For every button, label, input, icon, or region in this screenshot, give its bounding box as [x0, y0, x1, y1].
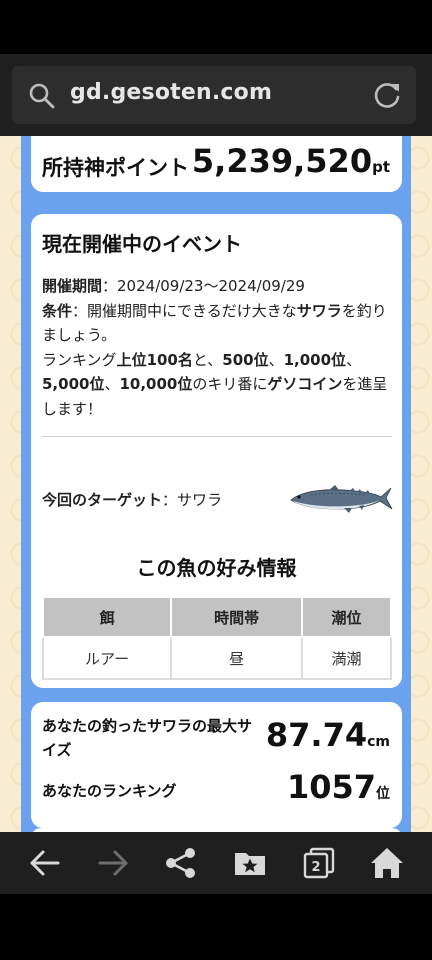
reload-icon[interactable] [372, 80, 402, 110]
points-value: 5,239,520pt [191, 142, 390, 180]
table-row: ルアー 昼 満潮 [41, 636, 393, 680]
value-bait: ルアー [41, 636, 173, 680]
value-time: 昼 [170, 636, 303, 680]
max-size-value: 87.74cm [265, 716, 390, 754]
divider [42, 436, 392, 437]
home-icon[interactable] [368, 844, 406, 882]
table-header-row: 餌 時間帯 潮位 [41, 596, 393, 638]
event-condition: 条件：開催期間中にできるだけ大きなサワラを釣りましょう。 [42, 301, 387, 345]
event-description: 開催期間：2024/09/23～2024/09/29 条件：開催期間中にできるだ… [42, 274, 394, 421]
header-bait: 餌 [41, 596, 173, 638]
points-card: 所持神ポイント 5,239,520pt [31, 136, 402, 192]
back-arrow-icon[interactable] [26, 844, 64, 882]
preference-table: 餌 時間帯 潮位 ルアー 昼 満潮 [41, 596, 393, 680]
points-unit: pt [372, 158, 390, 176]
url-text[interactable]: gd.gesoten.com [70, 80, 272, 105]
header-tide: 潮位 [300, 596, 393, 638]
bookmark-folder-icon[interactable] [231, 844, 269, 882]
size-unit: cm [367, 734, 390, 750]
event-card: 現在開催中のイベント 開催期間：2024/09/23～2024/09/29 条件… [31, 214, 402, 688]
preference-title: この魚の好み情報 [136, 556, 297, 580]
address-bar[interactable]: gd.gesoten.com [12, 66, 416, 124]
system-bottom-area [0, 894, 432, 960]
ranking-label: あなたのランキング [42, 782, 177, 800]
browser-toolbar: gd.gesoten.com [0, 54, 432, 136]
value-tide: 満潮 [300, 636, 393, 680]
event-title: 現在開催中のイベント [42, 232, 242, 256]
search-icon [29, 83, 55, 109]
max-size-label: あなたの釣ったサワラの最大サイズ [42, 717, 253, 759]
result-card: あなたの釣ったサワラの最大サイズ 87.74cm あなたのランキング 1057位 [31, 702, 402, 828]
header-time: 時間帯 [170, 596, 303, 638]
rank-unit: 位 [376, 786, 390, 802]
forward-arrow-icon[interactable] [94, 844, 132, 882]
points-label: 所持神ポイント [42, 156, 189, 180]
ranking-value: 1057位 [286, 768, 390, 806]
status-bar [0, 0, 432, 54]
page-content: 所持神ポイント 5,239,520pt 現在開催中のイベント 開催期間：2024… [0, 136, 432, 832]
browser-nav-bar: 2 [0, 832, 432, 894]
target-label: 今回のターゲット：サワラ [42, 491, 223, 509]
tabs-icon[interactable]: 2 [300, 844, 338, 882]
event-ranking: ランキング上位100名と、500位、1,000位、5,000位、10,000位の… [42, 350, 388, 418]
tab-count: 2 [311, 860, 320, 875]
share-icon[interactable] [162, 844, 200, 882]
fish-image [290, 485, 393, 513]
event-period: 開催期間：2024/09/23～2024/09/29 [42, 277, 305, 295]
